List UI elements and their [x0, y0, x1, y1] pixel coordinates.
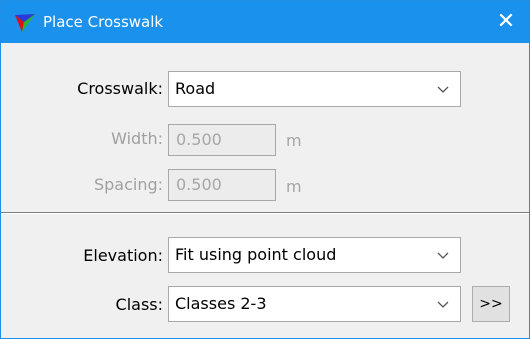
class-select[interactable]: Classes 2-3 [168, 286, 461, 322]
chevron-down-icon [437, 301, 449, 308]
width-label: Width: [111, 129, 163, 148]
section-divider [1, 212, 529, 214]
chevron-down-icon [437, 252, 449, 259]
width-field[interactable]: 0.500 [168, 124, 276, 156]
elevation-select-value: Fit using point cloud [175, 245, 337, 264]
close-icon: ✕ [496, 9, 516, 34]
spacing-field[interactable]: 0.500 [168, 169, 276, 201]
window-title: Place Crosswalk [43, 13, 164, 31]
class-label: Class: [115, 295, 163, 314]
elevation-select[interactable]: Fit using point cloud [168, 237, 461, 273]
close-button[interactable]: ✕ [483, 1, 529, 43]
spacing-unit: m [286, 177, 302, 196]
spacing-value: 0.500 [176, 175, 222, 194]
spacing-label: Spacing: [93, 175, 163, 194]
crosswalk-label: Crosswalk: [77, 79, 163, 98]
width-unit: m [286, 131, 302, 150]
elevation-label: Elevation: [83, 246, 163, 265]
width-value: 0.500 [176, 130, 222, 149]
title-bar: Place Crosswalk ✕ [1, 1, 529, 43]
app-logo-icon [15, 14, 35, 32]
crosswalk-select-value: Road [175, 79, 216, 98]
class-more-button[interactable]: >> [472, 286, 510, 322]
chevron-down-icon [437, 86, 449, 93]
place-crosswalk-dialog: Place Crosswalk ✕ Crosswalk: Road Width:… [0, 0, 530, 339]
crosswalk-select[interactable]: Road [168, 71, 461, 107]
class-select-value: Classes 2-3 [175, 294, 267, 313]
